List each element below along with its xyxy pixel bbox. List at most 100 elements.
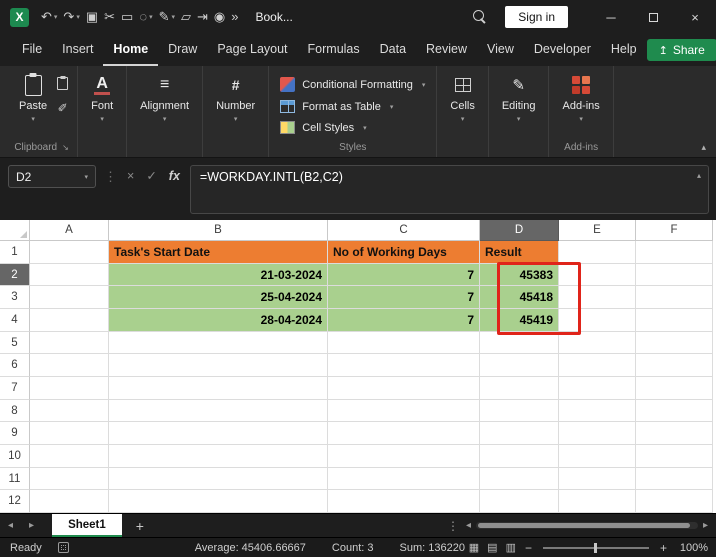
cell-D11[interactable] bbox=[480, 468, 559, 491]
cell-A5[interactable] bbox=[30, 332, 109, 355]
collapse-ribbon-icon[interactable]: ▴ bbox=[701, 142, 706, 153]
cell-C7[interactable] bbox=[328, 377, 480, 400]
cell-C1[interactable]: No of Working Days bbox=[328, 241, 480, 264]
column-header-E[interactable]: E bbox=[559, 220, 636, 241]
cell-A11[interactable] bbox=[30, 468, 109, 491]
cell-B9[interactable] bbox=[109, 422, 328, 445]
pen-button[interactable]: ✎ ▾ bbox=[159, 10, 175, 24]
cell-C3[interactable]: 7 bbox=[328, 286, 480, 309]
cell-A3[interactable] bbox=[30, 286, 109, 309]
cell-C2[interactable]: 7 bbox=[328, 264, 480, 287]
zoom-out-button[interactable]: − bbox=[524, 541, 533, 555]
sheet-tab-sheet1[interactable]: Sheet1 bbox=[52, 514, 122, 537]
cell-E9[interactable] bbox=[559, 422, 636, 445]
undo-button[interactable]: ↶ ▾ bbox=[41, 10, 57, 24]
cell-D12[interactable] bbox=[480, 490, 559, 513]
cell-B5[interactable] bbox=[109, 332, 328, 355]
zoom-slider[interactable] bbox=[543, 547, 649, 549]
row-header-11[interactable]: 11 bbox=[0, 468, 30, 491]
zoom-in-button[interactable]: + bbox=[659, 541, 668, 555]
row-header-5[interactable]: 5 bbox=[0, 332, 30, 355]
cell-D7[interactable] bbox=[480, 377, 559, 400]
cell-C11[interactable] bbox=[328, 468, 480, 491]
row-header-4[interactable]: 4 bbox=[0, 309, 30, 332]
cell-F2[interactable] bbox=[636, 264, 713, 287]
format-painter-icon[interactable]: ✐ bbox=[58, 101, 68, 115]
paste-options-icon[interactable] bbox=[57, 77, 68, 90]
tab-page-layout[interactable]: Page Layout bbox=[207, 34, 297, 66]
cell-F7[interactable] bbox=[636, 377, 713, 400]
cell-C5[interactable] bbox=[328, 332, 480, 355]
collapse-formula-bar-icon[interactable]: ▴ bbox=[697, 171, 701, 180]
tab-view[interactable]: View bbox=[477, 34, 524, 66]
paste-button[interactable]: Paste ▾ bbox=[13, 71, 53, 125]
cancel-button[interactable]: × bbox=[125, 165, 136, 188]
document-button[interactable]: ▱ bbox=[181, 10, 191, 24]
scrollbar-thumb[interactable] bbox=[478, 523, 690, 528]
normal-view-icon[interactable]: ▦ bbox=[469, 541, 479, 554]
row-header-2[interactable]: 2 bbox=[0, 264, 30, 287]
cut-button[interactable]: ✂ bbox=[104, 10, 115, 24]
cell-D9[interactable] bbox=[480, 422, 559, 445]
cell-B7[interactable] bbox=[109, 377, 328, 400]
row-header-3[interactable]: 3 bbox=[0, 286, 30, 309]
zoom-slider-thumb[interactable] bbox=[594, 543, 597, 553]
cell-A1[interactable] bbox=[30, 241, 109, 264]
formula-input[interactable]: =WORKDAY.INTL(B2,C2) ▴ bbox=[190, 165, 709, 214]
cell-F4[interactable] bbox=[636, 309, 713, 332]
tab-developer[interactable]: Developer bbox=[524, 34, 601, 66]
cell-E7[interactable] bbox=[559, 377, 636, 400]
cell-F10[interactable] bbox=[636, 445, 713, 468]
column-header-C[interactable]: C bbox=[328, 220, 480, 241]
cell-F9[interactable] bbox=[636, 422, 713, 445]
column-header-D[interactable]: D bbox=[480, 220, 559, 241]
addins-button[interactable]: Add-ins ▾ bbox=[556, 71, 605, 125]
cell-D5[interactable] bbox=[480, 332, 559, 355]
cell-D8[interactable] bbox=[480, 400, 559, 423]
cell-A2[interactable] bbox=[30, 264, 109, 287]
cell-F8[interactable] bbox=[636, 400, 713, 423]
cells-button[interactable]: Cells ▾ bbox=[444, 71, 480, 125]
row-header-7[interactable]: 7 bbox=[0, 377, 30, 400]
tab-help[interactable]: Help bbox=[601, 34, 647, 66]
insert-function-button[interactable]: fx bbox=[167, 165, 182, 188]
font-button[interactable]: A Font ▾ bbox=[85, 71, 119, 125]
cell-C10[interactable] bbox=[328, 445, 480, 468]
cell-C12[interactable] bbox=[328, 490, 480, 513]
cell-B2[interactable]: 21-03-2024 bbox=[109, 264, 328, 287]
scrollbar-track[interactable] bbox=[476, 522, 698, 529]
row-header-12[interactable]: 12 bbox=[0, 490, 30, 513]
tab-review[interactable]: Review bbox=[416, 34, 477, 66]
format-as-table-button[interactable]: Format as Table ▾ bbox=[276, 97, 429, 116]
cell-C4[interactable]: 7 bbox=[328, 309, 480, 332]
dialog-launcher-icon[interactable]: ↘ bbox=[62, 143, 69, 152]
maximize-button[interactable] bbox=[632, 0, 674, 34]
cell-D2[interactable]: 45383 bbox=[480, 264, 559, 287]
conditional-formatting-button[interactable]: Conditional Formatting ▾ bbox=[276, 74, 429, 95]
cell-E2[interactable] bbox=[559, 264, 636, 287]
insert-button[interactable]: ⇥ bbox=[197, 10, 208, 24]
tab-file[interactable]: File bbox=[12, 34, 52, 66]
redo-button[interactable]: ↷ ▾ bbox=[63, 10, 79, 24]
tab-formulas[interactable]: Formulas bbox=[298, 34, 370, 66]
cell-A4[interactable] bbox=[30, 309, 109, 332]
cell-F12[interactable] bbox=[636, 490, 713, 513]
sheet-nav-right-icon[interactable]: ▸ bbox=[21, 520, 42, 531]
cell-D4[interactable]: 45419 bbox=[480, 309, 559, 332]
tab-draw[interactable]: Draw bbox=[158, 34, 207, 66]
cell-B12[interactable] bbox=[109, 490, 328, 513]
cell-D3[interactable]: 45418 bbox=[480, 286, 559, 309]
cell-E12[interactable] bbox=[559, 490, 636, 513]
alignment-button[interactable]: ≡ Alignment ▾ bbox=[134, 71, 195, 125]
cell-E11[interactable] bbox=[559, 468, 636, 491]
cell-B4[interactable]: 28-04-2024 bbox=[109, 309, 328, 332]
row-header-8[interactable]: 8 bbox=[0, 400, 30, 423]
scroll-right-icon[interactable]: ▸ bbox=[703, 520, 708, 531]
cell-D1[interactable]: Result bbox=[480, 241, 559, 264]
row-header-10[interactable]: 10 bbox=[0, 445, 30, 468]
cell-F3[interactable] bbox=[636, 286, 713, 309]
cell-E5[interactable] bbox=[559, 332, 636, 355]
cell-F6[interactable] bbox=[636, 354, 713, 377]
cell-E3[interactable] bbox=[559, 286, 636, 309]
cell-F1[interactable] bbox=[636, 241, 713, 264]
